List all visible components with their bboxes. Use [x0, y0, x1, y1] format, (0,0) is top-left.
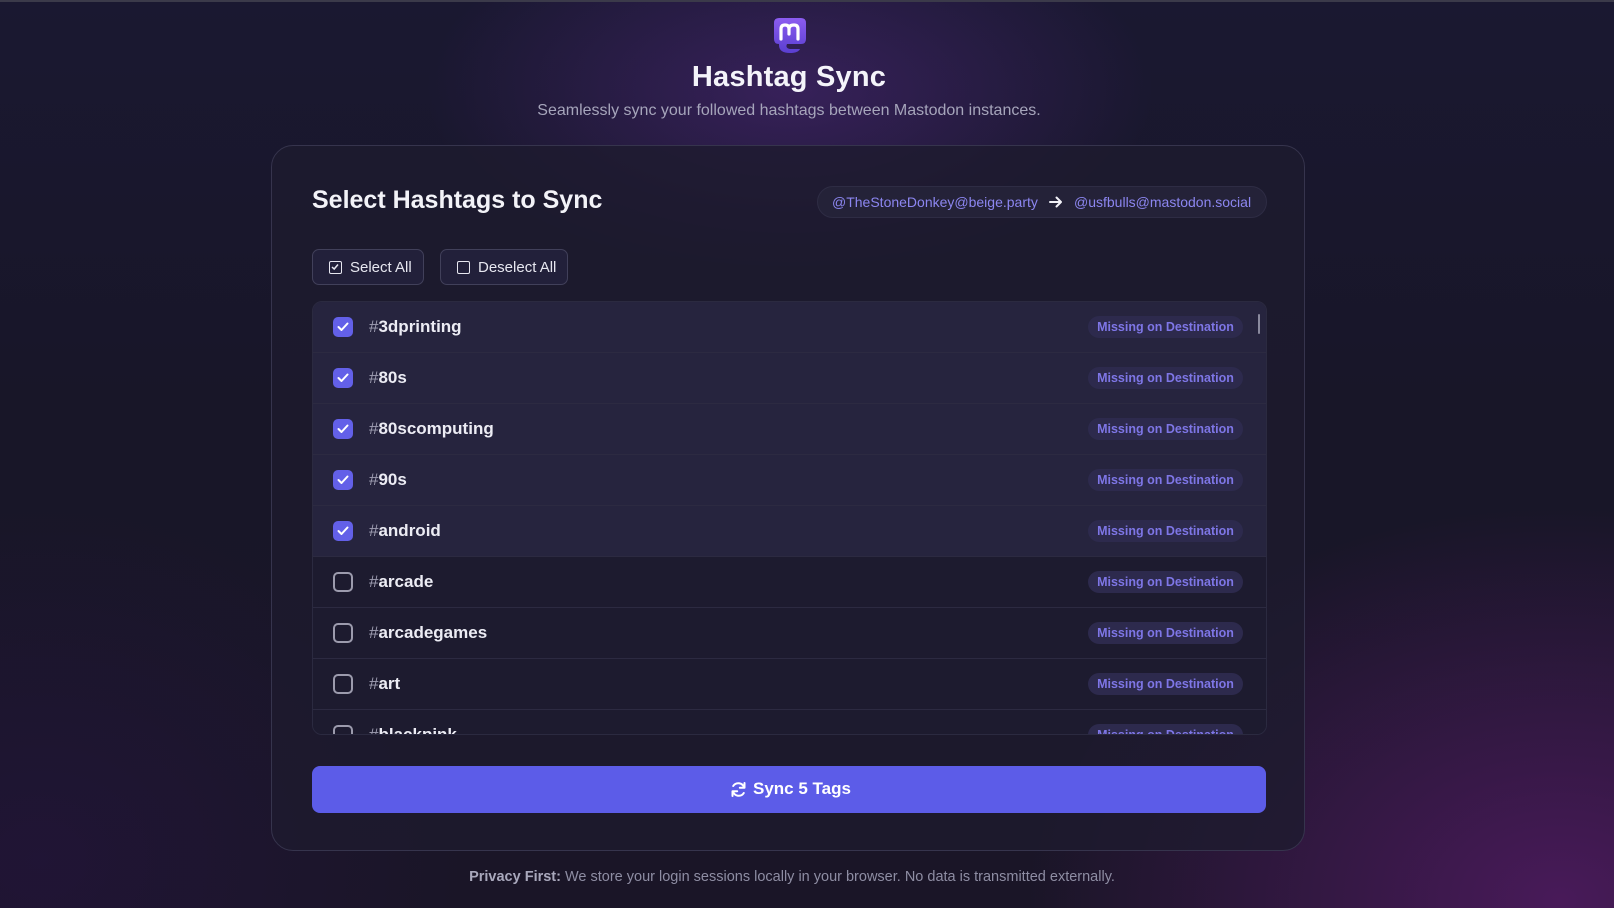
status-badge: Missing on Destination [1088, 622, 1243, 644]
checkbox-checked[interactable] [333, 317, 353, 337]
arrow-right-icon [1049, 196, 1062, 208]
checkmark-icon [337, 526, 349, 535]
deselect-all-label: Deselect All [478, 259, 557, 276]
status-badge: Missing on Destination [1088, 367, 1243, 389]
select-all-label: Select All [350, 259, 412, 276]
hashtag-label: art [378, 674, 401, 693]
sync-button[interactable]: Sync 5 Tags [312, 766, 1266, 813]
refresh-icon [731, 782, 746, 797]
destination-account: @usfbulls@mastodon.social [1074, 194, 1252, 210]
checkbox-unchecked[interactable] [333, 725, 353, 734]
hashtag-row[interactable]: #art Missing on Destination [313, 659, 1266, 710]
sync-card: Select Hashtags to Sync @TheStoneDonkey@… [271, 145, 1305, 851]
hashtag-row[interactable]: #arcadegames Missing on Destination [313, 608, 1266, 659]
sync-button-label: Sync 5 Tags [753, 779, 851, 798]
checkbox-unchecked[interactable] [333, 572, 353, 592]
select-all-button[interactable]: Select All [312, 249, 424, 285]
hashtag-label: 80s [378, 368, 407, 387]
page-title: Hashtag Sync [691, 61, 887, 93]
hashtag-row[interactable]: #80scomputing Missing on Destination [313, 404, 1266, 455]
status-badge: Missing on Destination [1088, 724, 1243, 734]
hashtag-name: #arcade [369, 572, 433, 592]
hashtag-row[interactable]: #android Missing on Destination [313, 506, 1266, 557]
status-badge: Missing on Destination [1088, 469, 1243, 491]
checkmark-icon [337, 322, 349, 331]
checkbox-checked[interactable] [333, 521, 353, 541]
hashtag-name: #android [369, 521, 441, 541]
checkbox-unchecked[interactable] [333, 674, 353, 694]
hashtag-name: #80scomputing [369, 419, 494, 439]
hashtag-row[interactable]: #arcade Missing on Destination [313, 557, 1266, 608]
hashtag-label: blackpink [378, 725, 457, 735]
hashtag-list[interactable]: #blackpink Missing on Destination #art Miss… [312, 301, 1267, 735]
hashtag-name: #arcadegames [369, 623, 487, 643]
hashtag-name: #3dprinting [369, 317, 462, 337]
hashtag-name: #blackpink [369, 725, 457, 735]
checkmark-icon [337, 373, 349, 382]
hashtag-label: arcade [378, 572, 434, 591]
checkbox-checked-icon [329, 261, 342, 274]
hashtag-row[interactable]: #blackpink Missing on Destination [313, 710, 1266, 735]
hashtag-label: 3dprinting [378, 317, 462, 336]
deselect-all-button[interactable]: Deselect All [440, 249, 568, 285]
checkbox-checked[interactable] [333, 368, 353, 388]
checkbox-checked[interactable] [333, 470, 353, 490]
privacy-text: We store your login sessions locally in … [560, 869, 1115, 885]
account-pair: @TheStoneDonkey@beige.party @usfbulls@ma… [817, 186, 1267, 218]
hashtag-label: arcadegames [378, 623, 488, 642]
privacy-heading: Privacy First: [469, 869, 561, 885]
checkmark-icon [337, 424, 349, 433]
status-badge: Missing on Destination [1088, 418, 1243, 440]
status-badge: Missing on Destination [1088, 571, 1243, 593]
checkbox-unchecked[interactable] [333, 623, 353, 643]
hashtag-label: 80scomputing [378, 419, 494, 438]
hashtag-name: #90s [369, 470, 407, 490]
hashtag-name: #80s [369, 368, 407, 388]
checkmark-icon [337, 475, 349, 484]
hashtag-row[interactable]: #3dprinting Missing on Destination [313, 302, 1266, 353]
page-subtitle: Seamlessly sync your followed hashtags b… [537, 102, 1041, 119]
card-title: Select Hashtags to Sync [312, 186, 603, 214]
mastodon-logo-icon [774, 18, 806, 53]
hashtag-label: 90s [378, 470, 407, 489]
scrollbar-thumb[interactable] [1258, 314, 1260, 334]
hashtag-row[interactable]: #90s Missing on Destination [313, 455, 1266, 506]
status-badge: Missing on Destination [1088, 673, 1243, 695]
checkbox-empty-icon [457, 261, 470, 274]
privacy-footer: Privacy First: We store your login sessi… [0, 869, 1584, 885]
hashtag-name: #art [369, 674, 400, 694]
hashtag-row[interactable]: #80s Missing on Destination [313, 353, 1266, 404]
hashtag-label: android [378, 521, 441, 540]
status-badge: Missing on Destination [1088, 520, 1243, 542]
source-account: @TheStoneDonkey@beige.party [832, 194, 1038, 210]
checkbox-checked[interactable] [333, 419, 353, 439]
status-badge: Missing on Destination [1088, 316, 1243, 338]
top-border [0, 0, 1614, 2]
